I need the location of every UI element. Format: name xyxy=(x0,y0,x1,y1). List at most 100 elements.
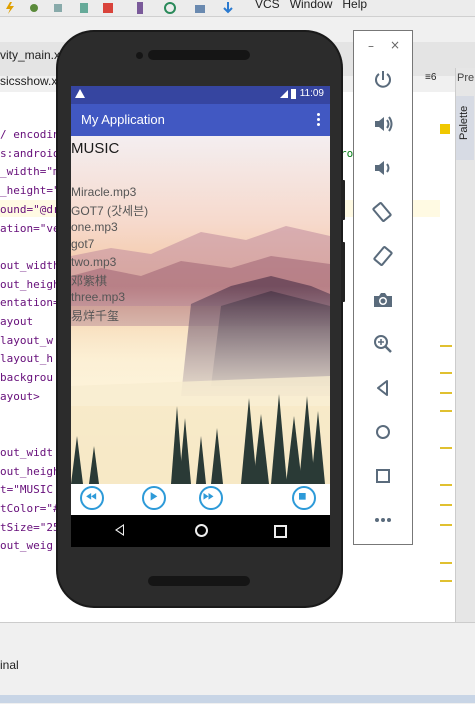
home-icon[interactable] xyxy=(372,421,394,443)
code-line: out_widt xyxy=(0,446,53,459)
gutter-marker xyxy=(440,504,452,506)
code-line-text: ayout xyxy=(0,315,34,328)
song-item[interactable]: two.mp3 xyxy=(71,255,116,269)
volume-up-icon[interactable] xyxy=(372,113,394,135)
code-line-text: layout_h xyxy=(0,352,53,366)
code-line-text: _width="m xyxy=(0,165,60,179)
gutter-marker xyxy=(440,410,452,412)
minimize-button[interactable]: – xyxy=(368,39,374,53)
avd-manager-icon[interactable] xyxy=(134,2,146,14)
gutter-marker xyxy=(440,580,452,582)
code-line-text: out_weig xyxy=(0,539,53,553)
gutter-marker xyxy=(440,524,452,526)
menu-vcs[interactable]: VCS xyxy=(255,0,280,11)
code-line: _height=" xyxy=(0,184,60,197)
power-icon[interactable] xyxy=(372,69,394,91)
code-line: out_heigh xyxy=(0,278,60,291)
song-item[interactable]: Miracle.mp3 xyxy=(71,185,136,199)
terminal-tab[interactable]: inal xyxy=(0,658,19,672)
gutter-marker xyxy=(440,447,452,449)
song-item[interactable]: GOT7 (갓세븐) xyxy=(71,202,148,219)
code-line: ayout xyxy=(0,315,33,328)
overview-icon[interactable] xyxy=(372,465,394,487)
phone-frame: 11:09 My Application MUSIC Miracle.mp3 G… xyxy=(58,32,345,606)
song-item[interactable]: one.mp3 xyxy=(71,220,118,234)
play-button[interactable] xyxy=(142,486,166,510)
stop-icon[interactable] xyxy=(102,2,114,14)
top-speaker xyxy=(148,50,250,60)
code-line-text: _height=" xyxy=(0,184,60,198)
code-line-text: / encodin xyxy=(0,128,60,141)
run-icon[interactable] xyxy=(4,2,16,14)
code-line-text: tColor="# xyxy=(0,502,60,515)
code-line: tSize="25 xyxy=(0,521,60,534)
song-item[interactable]: 邓紫棋 xyxy=(71,272,107,289)
sdk-manager-icon[interactable] xyxy=(222,2,234,14)
tab-activity-main[interactable]: vity_main.xn xyxy=(0,48,67,62)
tab-musicsshow[interactable]: sicsshow.x xyxy=(0,74,57,88)
power-side-button[interactable] xyxy=(341,180,345,220)
nav-recents-icon[interactable] xyxy=(274,525,287,538)
code-line-text: out_width xyxy=(0,258,60,272)
code-line-text: s:android xyxy=(0,146,60,160)
code-line-text: t="MUSIC xyxy=(0,483,53,497)
fast-forward-button[interactable] xyxy=(199,486,223,510)
code-line-text: layout_w xyxy=(0,333,53,347)
attach-icon[interactable] xyxy=(52,2,64,14)
overflow-menu-icon[interactable] xyxy=(317,113,320,128)
screenshot-camera-icon[interactable] xyxy=(372,289,394,311)
close-button[interactable]: × xyxy=(390,38,400,52)
warning-indicator[interactable] xyxy=(440,124,450,134)
code-line-text: tSize="25 xyxy=(0,520,60,534)
phone-screen[interactable]: 11:09 My Application MUSIC Miracle.mp3 G… xyxy=(71,86,330,547)
volume-down-icon[interactable] xyxy=(372,157,394,179)
playback-controls xyxy=(71,484,330,515)
gutter-marker xyxy=(440,372,452,374)
menu-help[interactable]: Help xyxy=(342,0,367,11)
more-icon[interactable] xyxy=(372,509,394,531)
code-line: entation= xyxy=(0,296,60,309)
status-bar: 11:09 xyxy=(71,86,330,104)
gutter-marker xyxy=(440,562,452,564)
code-line: layout_h xyxy=(0,352,53,365)
music-heading: MUSIC xyxy=(71,140,120,157)
nav-back-icon[interactable] xyxy=(115,524,124,536)
rotate-left-icon[interactable] xyxy=(372,201,394,223)
code-line: t="MUSIC xyxy=(0,483,53,496)
menu-bar: VCS Window Help xyxy=(255,0,377,11)
code-line: ation="ve xyxy=(0,222,60,235)
tab-counter[interactable]: ≡6 xyxy=(425,72,436,83)
nav-home-icon[interactable] xyxy=(195,524,208,537)
warning-icon xyxy=(75,89,85,98)
project-structure-icon[interactable] xyxy=(194,2,206,14)
code-line: ayout> xyxy=(0,390,40,403)
bottom-speaker xyxy=(148,576,250,586)
song-item[interactable]: 易烊千玺 xyxy=(71,307,119,324)
code-line-text: out_widt xyxy=(0,445,53,459)
ide-toolbar: VCS Window Help xyxy=(0,0,475,17)
code-line: layout_w xyxy=(0,334,53,347)
status-time: 11:09 xyxy=(299,88,324,99)
code-line: s:android xyxy=(0,147,60,160)
volume-side-button[interactable] xyxy=(341,242,345,302)
app-title: My Application xyxy=(81,112,165,127)
stop-button[interactable] xyxy=(292,486,316,510)
bottom-panel xyxy=(0,622,475,704)
song-item[interactable]: three.mp3 xyxy=(71,290,125,304)
signal-icon xyxy=(280,90,288,98)
apply-changes-icon[interactable] xyxy=(78,2,90,14)
rotate-right-icon[interactable] xyxy=(372,245,394,267)
zoom-icon[interactable] xyxy=(372,333,394,355)
gutter-marker xyxy=(440,345,452,347)
song-item[interactable]: got7 xyxy=(71,237,94,251)
sync-icon[interactable] xyxy=(164,2,176,14)
app-bar: My Application xyxy=(71,104,330,136)
code-line: _width="m xyxy=(0,165,60,178)
code-fragment: ro xyxy=(340,147,354,160)
preview-tab[interactable]: Pre xyxy=(457,72,474,84)
debug-icon[interactable] xyxy=(28,2,40,14)
rewind-button[interactable] xyxy=(80,486,104,510)
code-line: out_weig xyxy=(0,539,53,552)
back-icon[interactable] xyxy=(372,377,394,399)
menu-window[interactable]: Window xyxy=(290,0,333,11)
